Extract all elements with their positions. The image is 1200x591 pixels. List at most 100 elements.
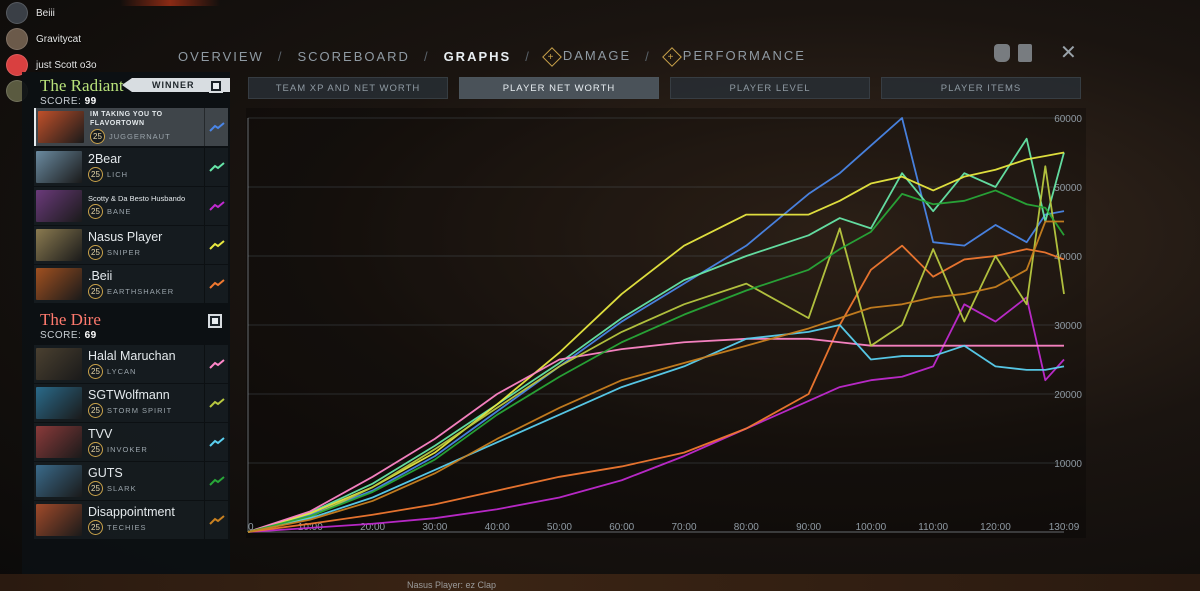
- hero-portrait: [36, 465, 82, 497]
- hero-portrait: [36, 348, 82, 380]
- graph-toggle-icon[interactable]: [204, 423, 228, 461]
- player-row[interactable]: .Beii 25 EARTHSHAKER: [34, 265, 228, 303]
- x-tick-label: 130:09: [1049, 522, 1080, 533]
- player-name: IM TAKING YOU TO FLAVORTOWN: [90, 111, 163, 127]
- team-name: The Radiant: [40, 76, 124, 95]
- player-row[interactable]: SGTWolfmann 25 STORM SPIRIT: [34, 384, 228, 422]
- player-row[interactable]: Nasus Player 25 SNIPER: [34, 226, 228, 264]
- player-row[interactable]: GUTS 25 SLARK: [34, 462, 228, 500]
- dire-toggle-checkbox[interactable]: [208, 314, 222, 328]
- subtab-player-items[interactable]: PLAYER ITEMS: [881, 77, 1081, 99]
- player-info: IM TAKING YOU TO FLAVORTOWN 25 JUGGERNAUT: [90, 110, 204, 144]
- player-name: TVV: [88, 427, 113, 441]
- level-badge: 25: [88, 481, 103, 496]
- score-value: 69: [84, 330, 97, 341]
- x-tick-label: 70:00: [672, 522, 697, 533]
- y-tick-label: 10000: [1054, 459, 1082, 470]
- series-line: [247, 137, 1065, 533]
- player-info: SGTWolfmann 25 STORM SPIRIT: [88, 388, 204, 418]
- graph-toggle-icon[interactable]: [204, 148, 228, 186]
- player-row[interactable]: Scotty & Da Besto Husbando 25 BANE: [34, 187, 228, 225]
- level-badge: 25: [90, 129, 105, 144]
- bottom-strip: [0, 574, 1200, 591]
- player-row[interactable]: TVV 25 INVOKER: [34, 423, 228, 461]
- hero-portrait: [36, 229, 82, 261]
- subtab-player-net-worth[interactable]: PLAYER NET WORTH: [459, 77, 659, 99]
- discord-username: just Scott o3o: [36, 59, 97, 71]
- player-row[interactable]: IM TAKING YOU TO FLAVORTOWN 25 JUGGERNAUT: [34, 108, 228, 146]
- helmet-icon[interactable]: [994, 44, 1010, 62]
- nav-separator: /: [645, 48, 651, 64]
- graph-toggle-icon[interactable]: [204, 187, 228, 225]
- tab-performance-label: PERFORMANCE: [682, 47, 806, 63]
- series-line: [247, 296, 1065, 533]
- y-tick-label: 20000: [1054, 390, 1082, 401]
- nav-separator: /: [423, 48, 430, 64]
- player-row[interactable]: Disappointment 25 TECHIES: [34, 501, 228, 539]
- player-info: Scotty & Da Besto Husbando 25 BANE: [88, 194, 204, 219]
- player-meta: 25 STORM SPIRIT: [88, 403, 204, 418]
- player-info: 2Bear 25 LICH: [88, 152, 204, 182]
- team-score: SCORE: 99: [40, 96, 124, 107]
- player-row[interactable]: Halal Maruchan 25 LYCAN: [34, 345, 228, 383]
- close-icon[interactable]: ✕: [1060, 43, 1077, 63]
- graph-toggle-icon[interactable]: [204, 108, 228, 146]
- hero-portrait: [38, 111, 84, 143]
- x-tick-label: 90:00: [796, 522, 821, 533]
- tab-performance[interactable]: + PERFORMANCE: [661, 47, 806, 68]
- tab-overview[interactable]: OVERVIEW: [178, 49, 264, 64]
- player-meta: 25 TECHIES: [88, 520, 204, 535]
- level-badge: 25: [88, 167, 103, 182]
- level-badge: 25: [88, 203, 103, 219]
- hero-portrait: [36, 426, 82, 458]
- graph-toggle-icon[interactable]: [204, 384, 228, 422]
- x-tick-label: 100:00: [856, 522, 887, 533]
- player-info: Halal Maruchan 25 LYCAN: [88, 349, 204, 379]
- subtab-team-xp[interactable]: TEAM XP AND NET WORTH: [248, 77, 448, 99]
- radiant-toggle-checkbox[interactable]: [209, 79, 223, 93]
- level-badge: 25: [88, 403, 103, 418]
- player-name: Scotty & Da Besto Husbando: [88, 193, 186, 203]
- y-tick-label: 60000: [1054, 114, 1082, 125]
- discord-username: Beiii: [36, 7, 55, 19]
- player-name: Disappointment: [88, 505, 175, 519]
- nav-separator: /: [525, 48, 531, 64]
- player-row[interactable]: 2Bear 25 LICH: [34, 148, 228, 186]
- player-info: .Beii 25 EARTHSHAKER: [88, 269, 204, 299]
- team-name: The Dire: [40, 310, 101, 329]
- score-label: SCORE:: [40, 96, 82, 107]
- level-badge: 25: [88, 442, 103, 457]
- tab-scoreboard[interactable]: SCOREBOARD: [297, 49, 409, 64]
- hero-portrait: [36, 387, 82, 419]
- series-line: [247, 151, 1065, 533]
- x-tick-label: 80:00: [734, 522, 759, 533]
- net-worth-chart: 1000020000300004000050000600000 10:00 20:0…: [247, 114, 1082, 533]
- graph-toggle-icon[interactable]: [204, 462, 228, 500]
- player-meta: 25 SLARK: [88, 481, 204, 496]
- y-tick-label: 30000: [1054, 321, 1082, 332]
- score-value: 99: [84, 96, 97, 107]
- score-label: SCORE:: [40, 330, 82, 341]
- tab-graphs[interactable]: GRAPHS: [444, 49, 512, 64]
- discord-avatar: [6, 28, 28, 50]
- graph-toggle-icon[interactable]: [204, 345, 228, 383]
- player-meta: 25 JUGGERNAUT: [90, 129, 204, 144]
- graph-toggle-icon[interactable]: [204, 226, 228, 264]
- card-icon[interactable]: [1018, 44, 1032, 62]
- hero-portrait: [36, 268, 82, 300]
- graph-toggle-icon[interactable]: [204, 501, 228, 539]
- discord-username: Gravitycat: [36, 33, 82, 45]
- player-name: Halal Maruchan: [88, 349, 176, 363]
- tab-damage[interactable]: + DAMAGE: [541, 47, 631, 68]
- player-meta: 25 LYCAN: [88, 364, 204, 379]
- subtab-player-level[interactable]: PLAYER LEVEL: [670, 77, 870, 99]
- graph-toggle-icon[interactable]: [204, 265, 228, 303]
- player-info: Nasus Player 25 SNIPER: [88, 230, 204, 260]
- series-line: [247, 337, 1064, 533]
- hero-name: EARTHSHAKER: [107, 287, 175, 296]
- player-name: 2Bear: [88, 152, 122, 166]
- hero-name: SNIPER: [107, 248, 141, 257]
- hero-name: INVOKER: [107, 445, 148, 454]
- plus-icon: +: [661, 47, 682, 68]
- level-badge: 25: [88, 364, 103, 379]
